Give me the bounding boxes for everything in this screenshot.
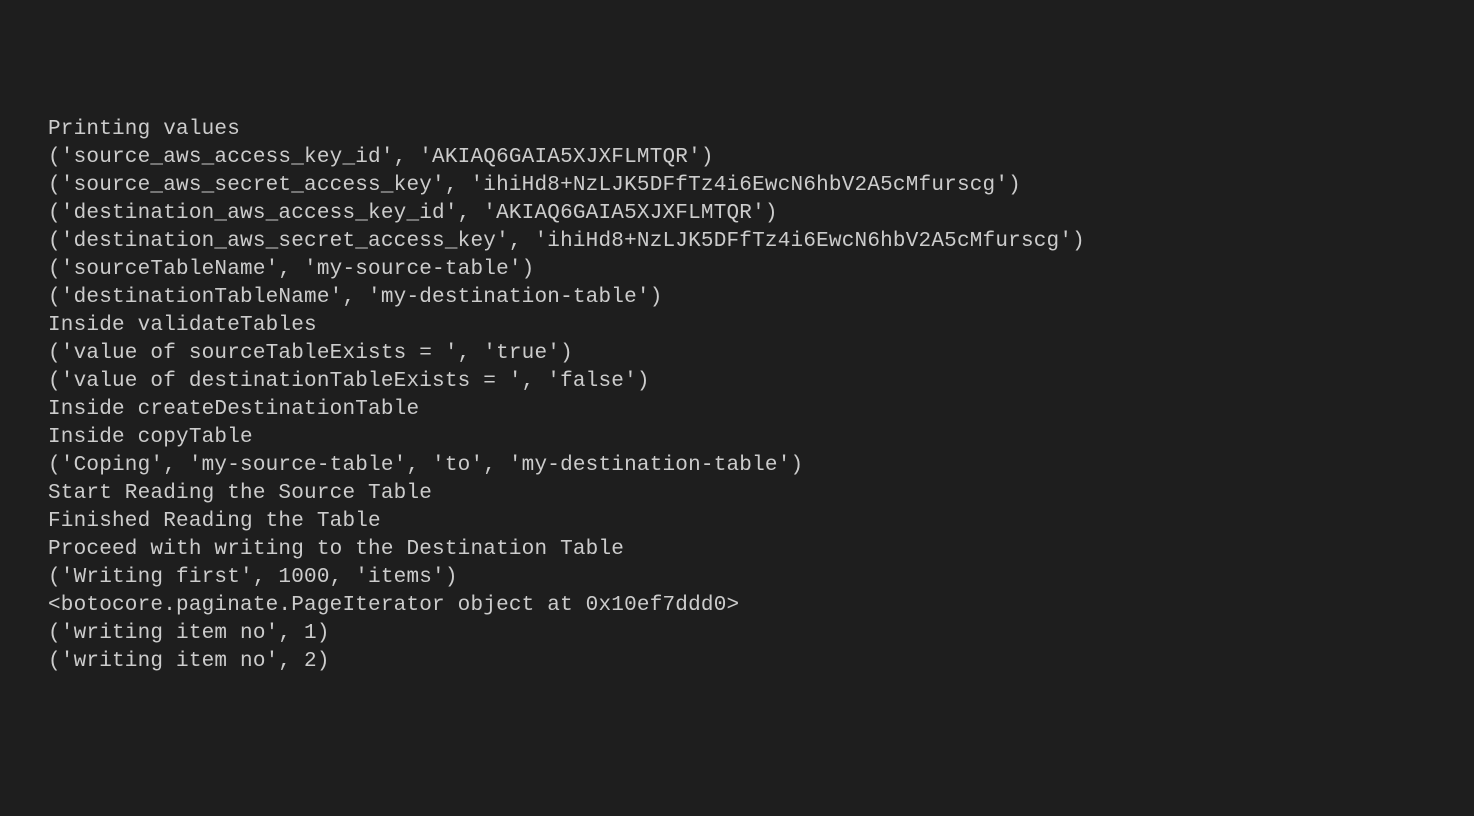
terminal-line: Start Reading the Source Table <box>48 480 1474 508</box>
terminal-line: Inside validateTables <box>48 312 1474 340</box>
terminal-line: ('destination_aws_secret_access_key', 'i… <box>48 228 1474 256</box>
terminal-line: ('Writing first', 1000, 'items') <box>48 564 1474 592</box>
terminal-line: ('destinationTableName', 'my-destination… <box>48 284 1474 312</box>
terminal-line: ('destination_aws_access_key_id', 'AKIAQ… <box>48 200 1474 228</box>
terminal-line: Inside createDestinationTable <box>48 396 1474 424</box>
terminal-line: Proceed with writing to the Destination … <box>48 536 1474 564</box>
terminal-line: ('source_aws_access_key_id', 'AKIAQ6GAIA… <box>48 144 1474 172</box>
terminal-line: ('value of sourceTableExists = ', 'true'… <box>48 340 1474 368</box>
terminal-line: Inside copyTable <box>48 424 1474 452</box>
terminal-line: ('Coping', 'my-source-table', 'to', 'my-… <box>48 452 1474 480</box>
terminal-line: <botocore.paginate.PageIterator object a… <box>48 592 1474 620</box>
terminal-output[interactable]: Printing values('source_aws_access_key_i… <box>48 116 1474 676</box>
terminal-line: ('value of destinationTableExists = ', '… <box>48 368 1474 396</box>
terminal-line: ('writing item no', 2) <box>48 648 1474 676</box>
terminal-line: Printing values <box>48 116 1474 144</box>
terminal-line: ('writing item no', 1) <box>48 620 1474 648</box>
terminal-line: ('sourceTableName', 'my-source-table') <box>48 256 1474 284</box>
terminal-line: Finished Reading the Table <box>48 508 1474 536</box>
terminal-line: ('source_aws_secret_access_key', 'ihiHd8… <box>48 172 1474 200</box>
